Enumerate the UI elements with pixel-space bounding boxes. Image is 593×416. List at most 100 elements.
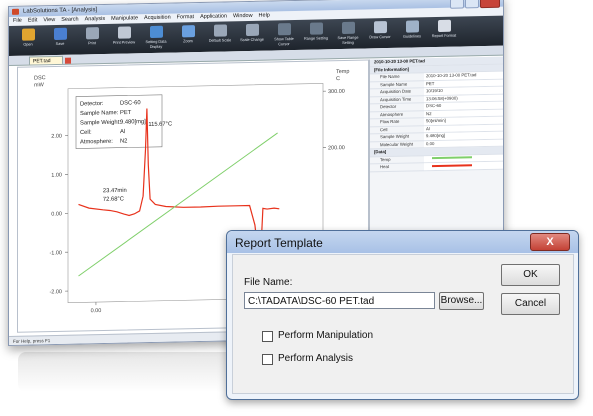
left-tick-label: 2.00	[51, 134, 62, 140]
info-key: Acquisition Time	[380, 96, 412, 102]
left-axis-unit: mW	[34, 82, 45, 88]
toolbar-label: Scale Change	[240, 37, 264, 43]
legend-row: Heat	[370, 161, 504, 172]
cancel-button[interactable]: Cancel	[501, 293, 560, 315]
perform-analysis-label: Perform Analysis	[278, 353, 354, 364]
toolbar-scale-change-button[interactable]: Scale Change	[237, 21, 267, 52]
toolbar-show-table-cursor-button[interactable]: Show Table Cursor	[269, 20, 299, 51]
toolbar-range-setting-button[interactable]: Range Setting	[301, 19, 331, 50]
open-icon	[21, 28, 35, 41]
toolbar-label: Save Range Setting	[337, 35, 359, 45]
toolbar-label: Report Format	[431, 33, 457, 39]
default-scale-icon	[213, 24, 227, 37]
browse-button[interactable]: Browse...	[439, 292, 484, 310]
toolbar-label: Draw Cursor	[369, 34, 391, 40]
menu-item-analysis[interactable]: Analysis	[85, 15, 105, 24]
toolbar-label: Open	[23, 42, 33, 47]
guidelines-icon	[405, 20, 419, 33]
toolbar-label: Range Setting	[303, 36, 329, 41]
info-box-key: Atmosphere:	[80, 139, 113, 146]
app-logo-icon	[12, 8, 19, 15]
toolbar-label: Save	[55, 41, 65, 47]
info-box-key: Cell:	[80, 130, 92, 136]
report-format-icon	[437, 19, 451, 33]
menu-item-window[interactable]: Window	[233, 12, 253, 21]
menu-item-view[interactable]: View	[43, 16, 55, 25]
perform-analysis-checkbox[interactable]	[262, 354, 273, 365]
info-key: Flow Rate	[380, 118, 400, 125]
menu-item-help[interactable]: Help	[259, 12, 270, 21]
tab-pet-file[interactable]: PET.tad	[29, 55, 71, 65]
right-tick-label: 200.00	[328, 145, 345, 151]
info-box-value: PET	[120, 110, 132, 116]
dialog-title: Report Template	[235, 236, 323, 250]
toolbar-save-range-setting-button[interactable]: Save Range Setting	[333, 19, 363, 50]
toolbar-print-button[interactable]: Print	[77, 24, 107, 55]
right-axis-label: Temp	[336, 69, 349, 75]
toolbar-label: Print	[88, 41, 96, 46]
file-name-input[interactable]: C:\TADATA\DSC-60 PET.tad	[244, 292, 435, 309]
toolbar-report-format-button[interactable]: Report Format	[429, 17, 459, 48]
peak-annotation: 23.47min	[103, 188, 127, 194]
toolbar-guidelines-button[interactable]: Guidelines	[397, 17, 427, 48]
info-box-value: DSC-60	[120, 100, 141, 106]
info-key: Sample Weight	[380, 133, 410, 140]
info-key: Acquisition Date	[380, 88, 412, 95]
draw-cursor-icon	[373, 21, 387, 34]
info-key: Cell	[380, 126, 388, 132]
menu-item-format[interactable]: Format	[177, 13, 194, 22]
ok-button[interactable]: OK	[501, 264, 560, 286]
info-key: Atmosphere	[380, 111, 404, 117]
setting-data-display-icon	[149, 25, 163, 39]
zoom-icon	[181, 25, 195, 38]
left-tick-label: 0.00	[51, 211, 62, 217]
close-button[interactable]	[480, 0, 500, 9]
info-key: File Name	[380, 73, 400, 80]
toolbar-print-preview-button[interactable]: Print Preview	[109, 23, 139, 54]
info-box-value: N2	[120, 138, 127, 144]
print-preview-icon	[117, 26, 131, 39]
window-title: LabSolutions TA - [Analysis]	[23, 7, 98, 15]
toolbar-draw-cursor-button[interactable]: Draw Cursor	[365, 18, 395, 49]
dialog-title-bar: Report Template X	[227, 231, 578, 253]
toolbar-save-button[interactable]: Save	[45, 25, 75, 56]
info-box-value: Al	[120, 129, 125, 135]
left-axis-label: DSC	[34, 75, 46, 81]
show-table-cursor-icon	[277, 23, 291, 36]
file-name-label: File Name:	[244, 277, 293, 288]
perform-manipulation-checkbox[interactable]	[262, 331, 273, 342]
left-tick-label: 1.00	[51, 172, 62, 178]
info-box-key: Detector:	[80, 101, 104, 108]
info-box-value: 9.480[mg]	[120, 119, 146, 126]
info-key: Molecular Weight	[380, 141, 414, 147]
maximize-button[interactable]	[465, 0, 479, 9]
save-range-setting-icon	[341, 21, 355, 35]
toolbar-label: Show Table Cursor	[274, 37, 294, 46]
menu-item-file[interactable]: File	[13, 17, 22, 26]
toolbar-label: Setting Data Display	[145, 39, 167, 49]
save-icon	[53, 27, 67, 41]
tab-close-icon[interactable]	[65, 57, 71, 64]
toolbar-open-button[interactable]: Open	[13, 25, 43, 56]
report-template-dialog: Report Template X File Name: C:\TADATA\D…	[226, 230, 579, 400]
info-key: Sample Name	[380, 81, 408, 87]
info-box-key: Sample Name:	[80, 110, 119, 117]
scale-change-icon	[245, 23, 259, 37]
info-key: Detector	[380, 103, 397, 110]
toolbar-default-scale-button[interactable]: Default Scale	[205, 21, 235, 52]
minimize-button[interactable]	[450, 0, 464, 9]
left-tick-label: -2.00	[49, 289, 62, 295]
dialog-close-button[interactable]: X	[530, 233, 570, 251]
x-tick-label: 0.00	[91, 308, 102, 314]
menu-item-edit[interactable]: Edit	[28, 16, 37, 25]
menu-item-search[interactable]: Search	[61, 16, 78, 25]
left-tick-label: -1.00	[49, 250, 62, 256]
legend-key: Temp	[380, 156, 391, 162]
toolbar-label: Zoom	[183, 39, 193, 44]
toolbar-setting-data-display-button[interactable]: Setting Data Display	[141, 23, 171, 54]
dialog-body: File Name: C:\TADATA\DSC-60 PET.tad Brow…	[232, 254, 574, 394]
toolbar-label: Default Scale	[208, 38, 232, 43]
toolbar-label: Guidelines	[403, 34, 421, 39]
toolbar-label: Print Preview	[112, 40, 136, 45]
toolbar-zoom-button[interactable]: Zoom	[173, 22, 203, 53]
